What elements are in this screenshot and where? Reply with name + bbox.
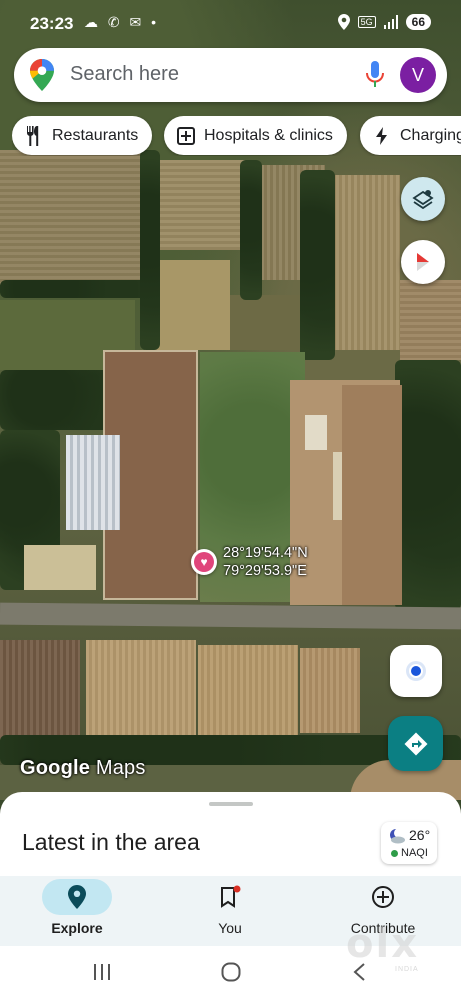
compass-button[interactable] xyxy=(401,240,445,284)
tree-line xyxy=(240,160,262,300)
recents-icon xyxy=(94,964,110,980)
chip-charging[interactable]: Charging xyxy=(360,116,461,155)
chip-restaurants[interactable]: Restaurants xyxy=(12,116,153,155)
chip-label: Hospitals & clinics xyxy=(204,126,333,144)
sheet-handle[interactable] xyxy=(209,802,253,806)
tree-line xyxy=(300,170,335,360)
map-field xyxy=(0,150,150,290)
home-button[interactable] xyxy=(220,960,242,984)
category-chips: Restaurants Hospitals & clinics Charging xyxy=(12,116,461,156)
pin-latitude: 28°19'54.4"N xyxy=(223,545,308,561)
google-maps-pin-icon xyxy=(30,59,54,91)
tree-line xyxy=(0,280,150,298)
aqi-label: NAQI xyxy=(401,847,428,859)
layers-button[interactable] xyxy=(401,177,445,221)
tree-line xyxy=(140,150,160,350)
nav-label: You xyxy=(218,920,242,936)
pin-icon xyxy=(68,885,86,909)
chip-label: Charging xyxy=(400,126,461,144)
aqi-status-dot xyxy=(391,850,398,857)
status-time: 23:23 xyxy=(30,14,74,33)
olx-watermark: olx xyxy=(346,921,419,967)
home-icon xyxy=(221,962,241,982)
map-field xyxy=(160,160,250,250)
my-location-button[interactable] xyxy=(390,645,442,697)
logo-product: Maps xyxy=(95,757,146,779)
location-status-icon xyxy=(337,14,350,30)
search-input[interactable]: Search here xyxy=(70,63,179,86)
nav-label: Explore xyxy=(51,920,103,936)
nav-pill xyxy=(195,879,265,915)
status-bar: 23:23 ☁ ✆ ✉ • 5G 66 xyxy=(0,0,461,48)
nav-you[interactable]: You xyxy=(180,876,280,946)
notification-icons: ☁ ✆ ✉ • xyxy=(84,14,160,30)
mic-icon[interactable] xyxy=(366,61,384,89)
sheet-title: Latest in the area xyxy=(22,829,200,855)
map-field xyxy=(400,280,461,360)
map-building xyxy=(66,435,120,530)
status-right: 5G 66 xyxy=(337,14,431,30)
map-road xyxy=(0,602,461,630)
logo-brand: Google xyxy=(20,757,91,779)
nav-pill xyxy=(42,879,112,915)
chip-label: Restaurants xyxy=(52,126,139,144)
weather-temperature: 26° xyxy=(409,827,431,843)
nav-pill xyxy=(348,879,418,915)
map-field xyxy=(330,175,400,350)
directions-icon xyxy=(404,732,427,755)
weather-chip[interactable]: 26° NAQI xyxy=(381,822,437,864)
map-field xyxy=(198,645,298,735)
layers-icon xyxy=(412,190,434,210)
pin-longitude: 79°29'53.9"E xyxy=(223,563,307,579)
recents-button[interactable] xyxy=(92,960,112,984)
compass-icon xyxy=(417,253,429,271)
dropped-pin[interactable]: ♥ xyxy=(191,549,217,575)
bookmark-icon xyxy=(221,885,241,908)
map-building xyxy=(305,415,327,450)
avatar[interactable]: V xyxy=(400,57,436,93)
my-location-icon xyxy=(406,661,426,681)
map-building xyxy=(24,545,96,590)
moon-cloud-icon xyxy=(390,828,405,844)
search-bar[interactable]: Search here V xyxy=(14,48,447,102)
signal-icon xyxy=(383,15,398,29)
directions-button[interactable] xyxy=(388,716,443,771)
map-field xyxy=(300,648,360,733)
fork-knife-icon xyxy=(24,125,44,146)
map-field xyxy=(342,385,402,605)
bolt-icon xyxy=(372,126,392,146)
nav-explore[interactable]: Explore xyxy=(27,876,127,946)
chip-hospitals[interactable]: Hospitals & clinics xyxy=(164,116,347,155)
hospital-plus-icon xyxy=(176,126,196,146)
map-field xyxy=(230,295,300,350)
map-field xyxy=(0,640,80,740)
battery-indicator: 66 xyxy=(405,14,431,30)
map-field xyxy=(86,640,196,735)
tree-line xyxy=(395,360,461,610)
olx-watermark-sub: INDIA xyxy=(395,966,419,973)
plus-circle-icon xyxy=(372,886,394,908)
pin-coordinates: 28°19'54.4"N 79°29'53.9"E xyxy=(223,544,308,580)
google-maps-logo: Google Maps xyxy=(20,757,146,780)
network-type-label: 5G xyxy=(357,16,376,28)
heart-icon: ♥ xyxy=(194,552,214,572)
